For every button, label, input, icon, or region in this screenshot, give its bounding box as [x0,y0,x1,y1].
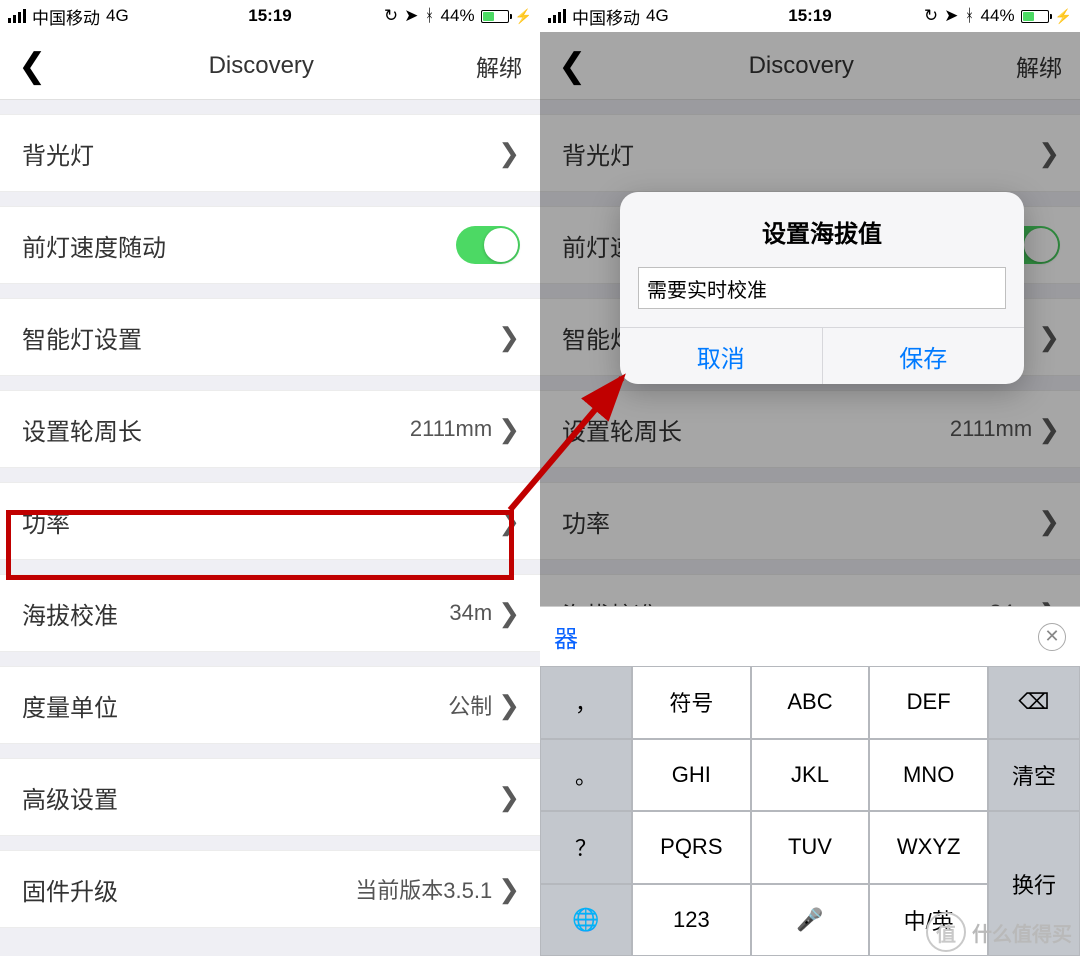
watermark-icon: 值 [926,912,966,952]
key-period[interactable]: 。 [540,739,632,812]
clock-label: 15:19 [0,6,540,26]
row-headlight-speed[interactable]: 前灯速度随动 [0,206,540,284]
back-button[interactable]: ❮ [18,49,47,83]
row-power[interactable]: 功率 ❯ [0,482,540,560]
chevron-right-icon: ❯ [498,600,520,626]
row-label: 高级设置 [22,780,498,815]
row-label: 度量单位 [22,688,448,723]
key-comma[interactable]: ， [540,666,632,739]
row-label: 智能灯设置 [22,320,498,355]
battery-icon [481,10,509,23]
row-label: 背光灯 [22,136,498,171]
status-bar: 中国移动 4G 15:19 ↻ ➤ ᚼ 44% ⚡ [540,0,1080,32]
key-tuv[interactable]: TUV [751,811,870,884]
left-screenshot: 中国移动 4G 15:19 ↻ ➤ ᚼ 44% ⚡ ❮ Discovery 解绑… [0,0,540,956]
right-screenshot: 中国移动 4G 15:19 ↻ ➤ ᚼ 44% ⚡ ❮ Discovery 解绑… [540,0,1080,956]
key-question[interactable]: ？ [540,811,632,884]
cancel-button[interactable]: 取消 [620,328,822,384]
key-globe[interactable]: 🌐 [540,884,632,956]
chevron-right-icon: ❯ [498,784,520,810]
watermark: 值 什么值得买 [926,912,1072,952]
key-pqrs[interactable]: PQRS [632,811,751,884]
chevron-right-icon: ❯ [498,324,520,350]
row-smart-light[interactable]: 智能灯设置 ❯ [0,298,540,376]
globe-icon: 🌐 [572,907,599,933]
chevron-right-icon: ❯ [498,508,520,534]
settings-list: 背光灯 ❯ 前灯速度随动 智能灯设置 ❯ 设置轮周长 2111mm ❯ 功率 [0,100,540,928]
row-firmware[interactable]: 固件升级 当前版本3.5.1 ❯ [0,850,540,928]
altitude-input[interactable] [638,267,1006,309]
row-label: 设置轮周长 [22,412,410,447]
row-wheel-circumference[interactable]: 设置轮周长 2111mm ❯ [0,390,540,468]
save-button[interactable]: 保存 [822,328,1025,384]
candidate-word[interactable]: 器 [554,619,578,654]
candidate-bar: 器 ✕ [540,606,1080,666]
toggle-switch-on[interactable] [456,226,520,264]
key-symbols[interactable]: 符号 [632,666,751,739]
row-value: 34m [449,600,492,626]
row-value: 2111mm [410,416,492,442]
altitude-dialog: 设置海拔值 取消 保存 [620,192,1024,384]
backspace-icon: ⌫ [1018,689,1049,715]
row-altitude-calibration[interactable]: 海拔校准 34m ❯ [0,574,540,652]
chevron-right-icon: ❯ [498,692,520,718]
chevron-right-icon: ❯ [498,140,520,166]
row-label: 海拔校准 [22,596,449,631]
key-ghi[interactable]: GHI [632,739,751,812]
row-value: 当前版本3.5.1 [355,873,492,905]
canvas: 中国移动 4G 15:19 ↻ ➤ ᚼ 44% ⚡ ❮ Discovery 解绑… [0,0,1080,956]
row-label: 固件升级 [22,872,355,907]
watermark-text: 什么值得买 [972,918,1072,947]
key-mno[interactable]: MNO [869,739,988,812]
row-value: 公制 [448,689,492,721]
row-label: 前灯速度随动 [22,228,456,263]
key-clear[interactable]: 清空 [988,739,1080,812]
microphone-icon: 🎤 [796,907,823,933]
nav-title: Discovery [47,52,477,80]
key-def[interactable]: DEF [869,666,988,739]
battery-icon [1021,10,1049,23]
key-backspace[interactable]: ⌫ [988,666,1080,739]
chevron-right-icon: ❯ [498,876,520,902]
row-advanced[interactable]: 高级设置 ❯ [0,758,540,836]
row-backlight[interactable]: 背光灯 ❯ [0,114,540,192]
close-candidate-icon[interactable]: ✕ [1038,623,1066,651]
chevron-right-icon: ❯ [498,416,520,442]
key-voice[interactable]: 🎤 [751,884,870,956]
row-label: 功率 [22,504,498,539]
clock-label: 15:19 [540,6,1080,26]
row-units[interactable]: 度量单位 公制 ❯ [0,666,540,744]
dialog-title: 设置海拔值 [620,192,1024,267]
key-wxyz[interactable]: WXYZ [869,811,988,884]
status-bar: 中国移动 4G 15:19 ↻ ➤ ᚼ 44% ⚡ [0,0,540,32]
key-jkl[interactable]: JKL [751,739,870,812]
key-abc[interactable]: ABC [751,666,870,739]
nav-bar: ❮ Discovery 解绑 [0,32,540,100]
key-123[interactable]: 123 [632,884,751,956]
unbind-button[interactable]: 解绑 [476,49,522,83]
